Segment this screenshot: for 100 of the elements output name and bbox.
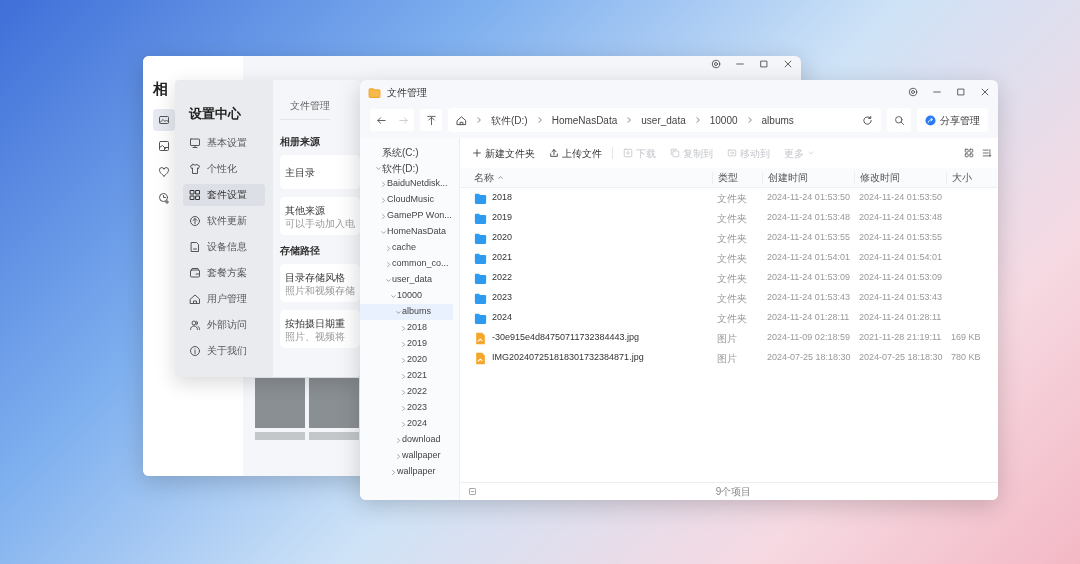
- panel-title: 设置中心: [189, 105, 242, 123]
- created-time: 2024-11-24 01:53:55: [766, 231, 851, 245]
- sidebar-tab[interactable]: [153, 108, 175, 131]
- tree-item[interactable]: HomeNasData: [360, 224, 453, 240]
- picture-frame-icon[interactable]: [158, 139, 170, 152]
- created-time: 2024-11-09 02:18:59: [766, 331, 851, 345]
- file-row[interactable]: 2019 文件夹 2024-11-24 01:53:48 2024-11-24 01:53:48: [460, 208, 998, 228]
- tab[interactable]: 文件管理: [280, 98, 330, 120]
- toolbar-button[interactable]: 新建文件夹: [466, 143, 541, 163]
- menu-item[interactable]: 关于我们: [183, 339, 265, 362]
- tree-item[interactable]: 软件(D:): [360, 160, 453, 176]
- tree-item[interactable]: 2018: [360, 320, 453, 336]
- breadcrumb-link[interactable]: 10000: [709, 112, 738, 128]
- modified-time: 2021-11-28 21:19:11: [858, 331, 943, 345]
- share-button[interactable]: 分享管理: [917, 108, 988, 132]
- file-name: IMG202407251818301732384871.jpg: [492, 351, 644, 365]
- setting-card[interactable]: 目录存储风格 照片和视频存储: [280, 264, 360, 302]
- heart-icon[interactable]: [158, 165, 170, 178]
- chevron-icon: [475, 116, 483, 124]
- panel-toggle-icon[interactable]: [468, 487, 477, 496]
- modified-time: 2024-11-24 01:53:50: [858, 191, 943, 205]
- column-header[interactable]: 类型: [712, 171, 762, 184]
- file-row[interactable]: 2023 文件夹 2024-11-24 01:53:43 2024-11-24 01:53:43: [460, 288, 998, 308]
- photo-placeholder: [255, 378, 305, 428]
- breadcrumb-link[interactable]: HomeNasData: [551, 112, 618, 128]
- tree-item[interactable]: common_co...: [360, 256, 453, 272]
- column-header[interactable]: 修改时间: [854, 171, 946, 184]
- tree-item[interactable]: BaiduNetdisk...: [360, 176, 453, 192]
- file-name: 2018: [492, 191, 513, 205]
- breadcrumb-link[interactable]: 软件(D:): [491, 112, 528, 128]
- tree-item[interactable]: 2021: [360, 368, 453, 384]
- file-row[interactable]: 2020 文件夹 2024-11-24 01:53:55 2024-11-24 01:53:55: [460, 228, 998, 248]
- toolbar-button[interactable]: 上传文件: [543, 143, 608, 163]
- tree-item[interactable]: wallpaper: [360, 464, 453, 480]
- menu-item[interactable]: 基本设置: [183, 131, 265, 154]
- tree-item[interactable]: GamePP Won...: [360, 208, 453, 224]
- column-header[interactable]: 名称: [470, 171, 712, 184]
- tree-item[interactable]: 系统(C:): [360, 144, 453, 160]
- menu-item[interactable]: 套餐方案: [183, 261, 265, 284]
- created-time: 2024-07-25 18:18:30: [766, 351, 852, 365]
- settings-icon[interactable]: [711, 59, 721, 69]
- up-button[interactable]: [420, 109, 442, 131]
- tree-item[interactable]: 2019: [360, 336, 453, 352]
- file-row[interactable]: 2018 文件夹 2024-11-24 01:53:50 2024-11-24 01:53:50: [460, 188, 998, 208]
- section-title: 相册来源: [280, 135, 321, 149]
- menu-item[interactable]: 外部访问: [183, 313, 265, 336]
- settings-icon[interactable]: [908, 87, 918, 97]
- modified-time: 2024-11-24 01:28:11: [858, 311, 943, 325]
- refresh-icon[interactable]: [862, 114, 873, 126]
- file-row[interactable]: -30e915e4d84750711732384443.jpg 图片 2024-11-09 02:18:59 2021-11-28 21:19:11 169 KB: [460, 328, 998, 348]
- search-button[interactable]: [887, 108, 911, 132]
- grid-view-icon[interactable]: [964, 148, 974, 158]
- tree-item[interactable]: albums: [360, 304, 453, 320]
- chevron-icon: [625, 116, 634, 124]
- clock-plus-icon[interactable]: [158, 191, 170, 204]
- caret-down-icon: [379, 228, 387, 236]
- column-header[interactable]: 创建时间: [762, 171, 854, 184]
- menu-item[interactable]: 用户管理: [183, 287, 265, 310]
- close-icon[interactable]: [980, 87, 990, 97]
- tree-item[interactable]: 2024: [360, 416, 453, 432]
- file-type: 文件夹: [716, 291, 748, 306]
- window-title: 文件管理: [387, 85, 428, 100]
- maximize-icon[interactable]: [759, 59, 769, 69]
- setting-card[interactable]: 其他来源 可以手动加入电: [280, 197, 360, 235]
- file-row[interactable]: 2024 文件夹 2024-11-24 01:28:11 2024-11-24 01:28:11: [460, 308, 998, 328]
- tree-item[interactable]: CloudMusic: [360, 192, 453, 208]
- setting-card[interactable]: 主目录: [280, 155, 360, 189]
- sort-icon[interactable]: [982, 148, 992, 158]
- file-row[interactable]: 2021 文件夹 2024-11-24 01:54:01 2024-11-24 01:54:01: [460, 248, 998, 268]
- tree-item[interactable]: cache: [360, 240, 453, 256]
- tree-item[interactable]: 2022: [360, 384, 453, 400]
- folder-icon: [474, 251, 487, 265]
- tree-item[interactable]: 2023: [360, 400, 453, 416]
- menu-item[interactable]: 软件更新: [183, 209, 265, 232]
- forward-icon: [397, 114, 409, 126]
- menu-item[interactable]: 设备信息: [183, 235, 265, 258]
- folder-icon: [474, 311, 487, 325]
- menu-item[interactable]: 套件设置: [183, 183, 265, 206]
- address-bar[interactable]: 软件(D:) HomeNasData user_data 10000 albums: [448, 108, 881, 132]
- setting-card[interactable]: 按拍摄日期重 照片、视频将: [280, 310, 360, 348]
- created-time: 2024-11-24 01:53:09: [766, 271, 851, 285]
- file-row[interactable]: IMG202407251818301732384871.jpg 图片 2024-07-25 18:18:30 2024-07-25 18:18:30 780 KB: [460, 348, 998, 368]
- back-icon: [375, 114, 387, 126]
- file-row[interactable]: 2022 文件夹 2024-11-24 01:53:09 2024-11-24 01:53:09: [460, 268, 998, 288]
- tree-item[interactable]: 10000: [360, 288, 453, 304]
- shirt-icon: [189, 162, 201, 175]
- tree-item[interactable]: download: [360, 432, 453, 448]
- maximize-icon[interactable]: [956, 87, 966, 97]
- close-icon[interactable]: [783, 59, 793, 69]
- breadcrumb-link[interactable]: albums: [761, 112, 794, 128]
- column-header[interactable]: 大小: [946, 171, 992, 184]
- section-title: 存储路径: [280, 244, 321, 258]
- menu-item[interactable]: 个性化: [183, 157, 265, 180]
- breadcrumb-link[interactable]: user_data: [641, 112, 686, 128]
- tree-item[interactable]: wallpaper: [360, 448, 453, 464]
- tree-item[interactable]: user_data: [360, 272, 453, 288]
- card-title: 主目录: [285, 165, 316, 180]
- tree-item[interactable]: 2020: [360, 352, 453, 368]
- card-title: 目录存储风格: [285, 271, 346, 285]
- home-icon[interactable]: [456, 114, 467, 126]
